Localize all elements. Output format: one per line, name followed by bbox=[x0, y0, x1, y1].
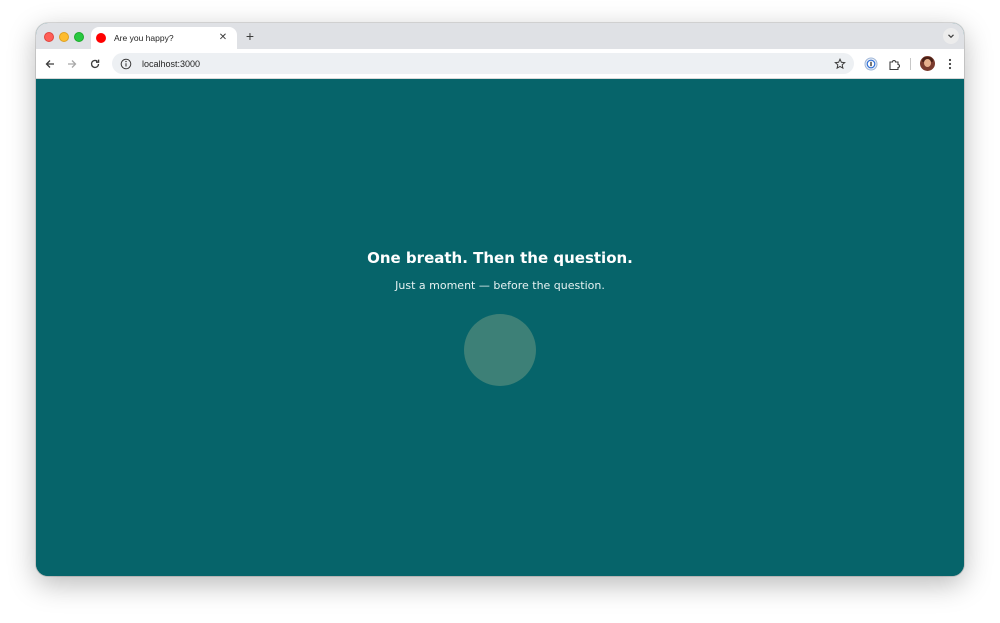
password-manager-extension-icon[interactable] bbox=[863, 56, 879, 72]
browser-window: Are you happy? ✕ + localhost:3000 One br… bbox=[36, 23, 964, 576]
forward-button[interactable] bbox=[64, 56, 80, 72]
favicon-icon bbox=[96, 33, 106, 43]
bookmark-star-icon[interactable] bbox=[834, 57, 846, 70]
extensions-puzzle-icon[interactable] bbox=[886, 56, 902, 72]
tab-search-button[interactable] bbox=[943, 28, 959, 44]
minimize-window-button[interactable] bbox=[59, 32, 69, 42]
browser-toolbar: localhost:3000 bbox=[36, 49, 964, 79]
tab-active[interactable]: Are you happy? ✕ bbox=[91, 27, 237, 49]
tab-strip: Are you happy? ✕ + bbox=[36, 23, 964, 49]
tab-title: Are you happy? bbox=[114, 33, 174, 43]
new-tab-button[interactable]: + bbox=[243, 28, 257, 44]
reload-icon bbox=[90, 59, 100, 69]
breathing-circle bbox=[464, 314, 536, 386]
reload-button[interactable] bbox=[87, 56, 103, 72]
page-headline: One breath. Then the question. bbox=[367, 249, 633, 267]
toolbar-divider bbox=[910, 58, 911, 70]
page-subline: Just a moment — before the question. bbox=[395, 279, 605, 292]
more-menu-icon[interactable] bbox=[942, 56, 958, 72]
back-arrow-icon bbox=[45, 60, 54, 68]
profile-avatar[interactable] bbox=[920, 56, 935, 71]
address-bar[interactable]: localhost:3000 bbox=[112, 53, 854, 74]
maximize-window-button[interactable] bbox=[74, 32, 84, 42]
chevron-down-icon bbox=[948, 34, 954, 39]
forward-arrow-icon bbox=[68, 60, 77, 68]
close-window-button[interactable] bbox=[44, 32, 54, 42]
page-content: One breath. Then the question. Just a mo… bbox=[36, 79, 964, 576]
back-button[interactable] bbox=[42, 56, 58, 72]
address-url: localhost:3000 bbox=[142, 58, 201, 69]
site-info-icon[interactable] bbox=[120, 58, 132, 70]
tab-close-icon[interactable]: ✕ bbox=[217, 32, 229, 44]
